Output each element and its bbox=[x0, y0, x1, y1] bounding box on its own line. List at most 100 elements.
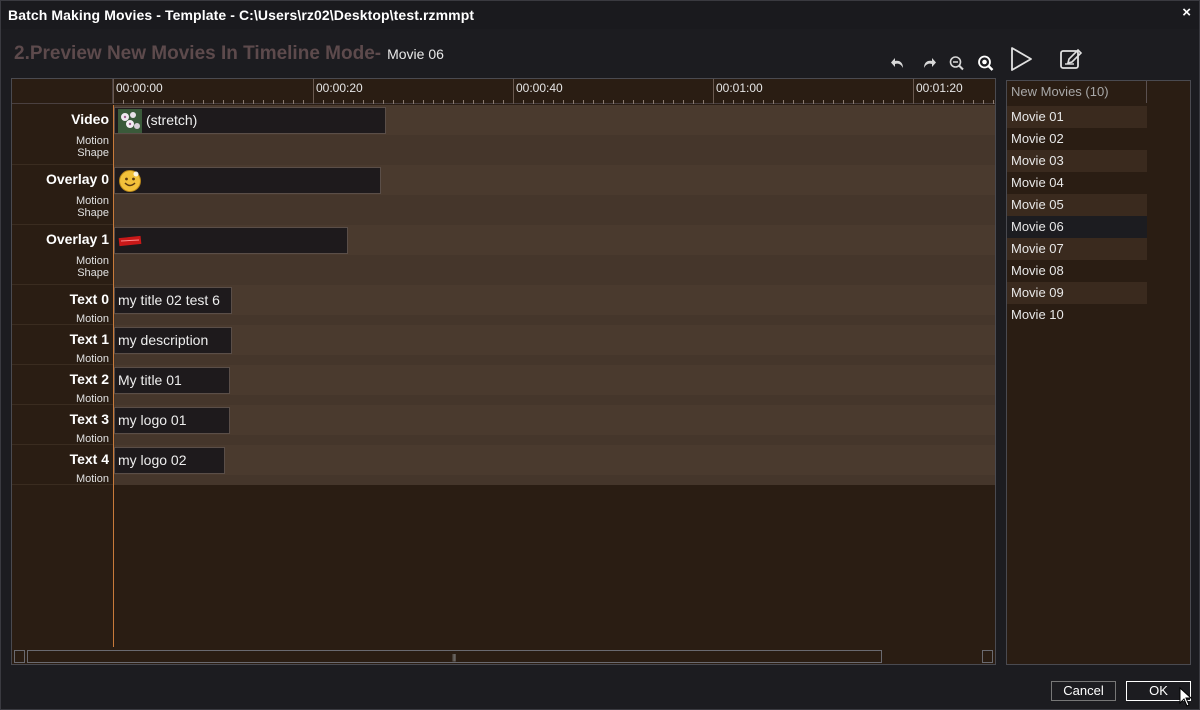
track-text-3[interactable]: my logo 01 bbox=[113, 405, 995, 445]
track-name: Overlay 0 bbox=[45, 171, 109, 187]
track-sub-label: Motion bbox=[75, 433, 109, 445]
track-labels: Video Motion Shape Overlay 0 Motion Shap… bbox=[12, 105, 113, 485]
track-lane[interactable] bbox=[113, 285, 995, 315]
track-label-overlay-0: Overlay 0 Motion Shape bbox=[12, 165, 113, 225]
window-title: Batch Making Movies - Template - C:\User… bbox=[8, 7, 475, 23]
redo-icon[interactable] bbox=[918, 53, 938, 73]
track-name: Text 2 bbox=[69, 371, 109, 387]
ruler-label: 00:00:20 bbox=[316, 81, 363, 95]
track-label-text-3: Text 3 Motion bbox=[12, 405, 113, 445]
smiley-thumbnail-icon bbox=[119, 170, 141, 193]
scroll-thumb[interactable]: ||| bbox=[27, 650, 882, 663]
track-text-0[interactable]: my title 02 test 6 bbox=[113, 285, 995, 325]
text-2-clip[interactable]: My title 01 bbox=[114, 367, 230, 394]
movie-list-item[interactable]: Movie 08 bbox=[1007, 260, 1147, 282]
track-sub-lane[interactable] bbox=[113, 195, 995, 225]
track-sub-label: Shape bbox=[77, 147, 109, 159]
ruler-corner bbox=[12, 79, 113, 104]
track-name: Text 0 bbox=[69, 291, 109, 307]
track-sub-lane[interactable] bbox=[113, 475, 995, 485]
track-sub-lane[interactable] bbox=[113, 355, 995, 365]
track-name: Video bbox=[71, 111, 109, 127]
movie-list-item[interactable]: Movie 09 bbox=[1007, 282, 1147, 304]
track-sub-lane[interactable] bbox=[113, 315, 995, 325]
mouse-cursor-icon bbox=[1179, 687, 1193, 707]
track-sub-label: Motion bbox=[75, 195, 109, 207]
track-overlay-0[interactable] bbox=[113, 165, 995, 225]
track-lane[interactable] bbox=[113, 445, 995, 475]
text-1-clip[interactable]: my description bbox=[114, 327, 232, 354]
track-name: Text 4 bbox=[69, 451, 109, 467]
step-title: 2.Preview New Movies In Timeline Mode- bbox=[14, 43, 382, 64]
ruler-label: 00:00:40 bbox=[516, 81, 563, 95]
zoom-out-icon[interactable] bbox=[947, 53, 967, 73]
text-4-clip[interactable]: my logo 02 bbox=[114, 447, 225, 474]
movies-panel: New Movies (10) Movie 01 Movie 02 Movie 03… bbox=[1006, 80, 1191, 665]
track-text-4[interactable]: my logo 02 bbox=[113, 445, 995, 485]
close-icon[interactable]: × bbox=[1182, 4, 1191, 21]
movie-list-item[interactable]: Movie 06 bbox=[1007, 216, 1147, 238]
track-label-video: Video Motion Shape bbox=[12, 105, 113, 165]
red-stamp-thumbnail-icon bbox=[118, 236, 142, 247]
current-movie-label: Movie 06 bbox=[387, 46, 444, 62]
zoom-fit-icon[interactable] bbox=[976, 53, 996, 73]
cancel-button[interactable]: Cancel bbox=[1051, 681, 1116, 701]
video-clip[interactable]: (stretch) bbox=[114, 107, 386, 134]
track-lane[interactable] bbox=[113, 405, 995, 435]
movie-list-item[interactable]: Movie 04 bbox=[1007, 172, 1147, 194]
overlay-0-clip[interactable] bbox=[114, 167, 381, 194]
movie-list-item[interactable]: Movie 05 bbox=[1007, 194, 1147, 216]
track-sub-lane[interactable] bbox=[113, 435, 995, 445]
movies-list-header[interactable]: New Movies (10) bbox=[1007, 81, 1147, 103]
track-label-text-0: Text 0 Motion bbox=[12, 285, 113, 325]
ruler-label: 00:01:00 bbox=[716, 81, 763, 95]
movies-header-label: New Movies (10) bbox=[1011, 84, 1109, 99]
track-sub-lane[interactable] bbox=[113, 135, 995, 165]
undo-icon[interactable] bbox=[889, 53, 909, 73]
track-sub-label: Motion bbox=[75, 313, 109, 325]
track-sub-label: Shape bbox=[77, 207, 109, 219]
track-name: Overlay 1 bbox=[45, 231, 109, 247]
track-video[interactable]: (stretch) bbox=[113, 105, 995, 165]
scroll-left-button[interactable] bbox=[14, 650, 25, 663]
flower-thumbnail-icon bbox=[118, 109, 142, 133]
scroll-right-button[interactable] bbox=[982, 650, 993, 663]
overlay-1-clip[interactable] bbox=[114, 227, 348, 254]
track-label-text-1: Text 1 Motion bbox=[12, 325, 113, 365]
track-label-overlay-1: Overlay 1 Motion Shape bbox=[12, 225, 113, 285]
track-sub-label: Motion bbox=[75, 393, 109, 405]
track-sub-lane[interactable] bbox=[113, 255, 995, 285]
track-text-1[interactable]: my description bbox=[113, 325, 995, 365]
track-sub-label: Motion bbox=[75, 135, 109, 147]
ruler-label: 00:01:20 bbox=[916, 81, 963, 95]
ruler-label: 00:00:00 bbox=[116, 81, 163, 95]
track-lanes: (stretch) my title 02 test 6 my descript… bbox=[113, 105, 995, 485]
horizontal-scrollbar[interactable]: ||| bbox=[13, 648, 994, 664]
time-ruler[interactable]: 00:00:00 00:00:20 00:00:40 00:01:00 00:0… bbox=[12, 79, 995, 104]
grip-icon: ||| bbox=[452, 653, 456, 662]
title-bar[interactable]: Batch Making Movies - Template - C:\User… bbox=[1, 1, 1199, 29]
timeline-panel: 00:00:00 00:00:20 00:00:40 00:01:00 00:0… bbox=[11, 78, 996, 665]
movie-list-item[interactable]: Movie 07 bbox=[1007, 238, 1147, 260]
movie-list-item[interactable]: Movie 03 bbox=[1007, 150, 1147, 172]
movies-list: Movie 01 Movie 02 Movie 03 Movie 04 Movie 05… bbox=[1007, 106, 1147, 326]
page-heading: 2.Preview New Movies In Timeline Mode- Mo… bbox=[14, 43, 444, 67]
clip-label: (stretch) bbox=[146, 112, 198, 128]
track-text-2[interactable]: My title 01 bbox=[113, 365, 995, 405]
track-overlay-1[interactable] bbox=[113, 225, 995, 285]
track-sub-lane[interactable] bbox=[113, 395, 995, 405]
track-name: Text 3 bbox=[69, 411, 109, 427]
playhead[interactable] bbox=[113, 105, 114, 647]
track-sub-label: Motion bbox=[75, 353, 109, 365]
track-lane[interactable] bbox=[113, 365, 995, 395]
movie-list-item[interactable]: Movie 10 bbox=[1007, 304, 1147, 326]
edit-icon[interactable] bbox=[1057, 45, 1085, 73]
movie-list-item[interactable]: Movie 01 bbox=[1007, 106, 1147, 128]
track-sub-label: Motion bbox=[75, 255, 109, 267]
text-3-clip[interactable]: my logo 01 bbox=[114, 407, 230, 434]
track-lane[interactable] bbox=[113, 325, 995, 355]
play-icon[interactable] bbox=[1007, 45, 1035, 73]
track-sub-label: Shape bbox=[77, 267, 109, 279]
text-0-clip[interactable]: my title 02 test 6 bbox=[114, 287, 232, 314]
movie-list-item[interactable]: Movie 02 bbox=[1007, 128, 1147, 150]
